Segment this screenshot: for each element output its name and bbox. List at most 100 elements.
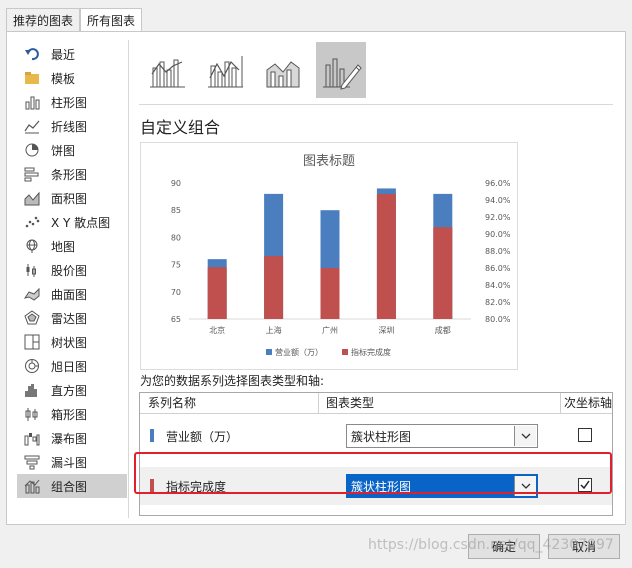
sidebar-item-label: 漏斗图: [51, 455, 88, 470]
sidebar-item-sunburst[interactable]: 旭日图: [17, 354, 127, 378]
y-tick-label: 90: [171, 179, 181, 188]
funnel-icon: [23, 454, 41, 470]
chevron-down-icon[interactable]: [514, 476, 536, 496]
radar-chart-icon: [23, 310, 41, 326]
y2-tick-label: 96.0%: [485, 179, 511, 188]
sidebar-item-label: X Y 散点图: [51, 215, 111, 230]
y2-tick-label: 80.0%: [485, 315, 511, 324]
series-row-revenue: 营业额（万） 簇状柱形图: [140, 417, 612, 455]
ok-button[interactable]: 确定: [468, 534, 540, 559]
chart-type-value: 簇状柱形图: [351, 480, 412, 494]
subtype-divider: [139, 104, 613, 105]
sunburst-icon: [23, 358, 41, 374]
pie-chart-icon: [23, 142, 41, 158]
column-divider: [560, 393, 561, 413]
legend-label-completion: 指标完成度: [351, 347, 391, 357]
combo-chart-icon: [23, 478, 41, 494]
waterfall-icon: [23, 430, 41, 446]
line-chart-icon: [23, 118, 41, 134]
globe-icon: [23, 238, 41, 254]
undo-arrow-icon: [23, 46, 41, 62]
y2-tick-label: 94.0%: [485, 196, 511, 205]
sidebar-divider: [128, 40, 129, 518]
series-name: 营业额（万）: [166, 430, 239, 444]
y2-tick-label: 86.0%: [485, 264, 511, 273]
subtype-column-line-secondary[interactable]: [200, 42, 250, 98]
sidebar-item-label: 地图: [51, 239, 76, 254]
scatter-chart-icon: [23, 214, 41, 230]
subtype-stacked-area-column[interactable]: [258, 42, 308, 98]
subtype-clustered-column-line[interactable]: [142, 42, 192, 98]
clustered-column-line-icon: [150, 59, 185, 88]
sidebar-item-waterfall[interactable]: 瀑布图: [17, 426, 127, 450]
stacked-area-column-icon: [266, 61, 300, 88]
cancel-button[interactable]: 取消: [548, 534, 620, 559]
sidebar-item-globe[interactable]: 地图: [17, 234, 127, 258]
sidebar-item-stock-chart[interactable]: 股价图: [17, 258, 127, 282]
sidebar-item-column-chart[interactable]: 柱形图: [17, 90, 127, 114]
legend-swatch-revenue: [266, 349, 272, 355]
series-prompt: 为您的数据系列选择图表类型和轴:: [140, 374, 325, 388]
x-tick-label: 成都: [435, 325, 451, 335]
legend-label-revenue: 营业额（万）: [275, 347, 323, 357]
y-tick-label: 65: [171, 315, 181, 324]
sidebar-item-combo-chart[interactable]: 组合图: [17, 474, 127, 498]
chart-type-select[interactable]: 簇状柱形图: [346, 424, 538, 448]
sidebar-item-label: 雷达图: [51, 311, 88, 326]
combo-subtype-gallery: [142, 42, 366, 98]
sidebar-item-label: 股价图: [51, 263, 88, 278]
sidebar-item-funnel[interactable]: 漏斗图: [17, 450, 127, 474]
sidebar-item-label: 树状图: [51, 335, 88, 350]
sidebar-item-label: 旭日图: [51, 359, 88, 374]
sidebar-item-label: 最近: [51, 47, 76, 62]
sidebar-item-treemap[interactable]: 树状图: [17, 330, 127, 354]
series-color-swatch: [150, 429, 154, 442]
subtype-custom-combination[interactable]: [316, 42, 366, 98]
legend-swatch-completion: [342, 349, 348, 355]
chart-type-sidebar: 最近模板柱形图 折线图 饼图条形图面积图 X Y 散点图 地图股价图曲面图雷达图树状图旭…: [17, 42, 127, 498]
bar-completion: [320, 268, 340, 319]
x-tick-label: 北京: [209, 325, 225, 335]
sidebar-item-label: 面积图: [51, 191, 88, 206]
box-whisker-icon: [23, 406, 41, 422]
all-charts-panel: 最近模板柱形图 折线图 饼图条形图面积图 X Y 散点图 地图股价图曲面图雷达图树状图旭…: [6, 31, 626, 525]
sidebar-item-surface-chart[interactable]: 曲面图: [17, 282, 127, 306]
x-tick-label: 上海: [266, 325, 282, 335]
y-tick-label: 80: [171, 233, 181, 242]
sidebar-item-label: 曲面图: [51, 287, 88, 302]
bar-completion: [264, 256, 284, 319]
x-tick-label: 深圳: [378, 325, 394, 335]
series-color-swatch: [150, 479, 154, 492]
sidebar-item-bar-chart[interactable]: 条形图: [17, 162, 127, 186]
tab-all-charts[interactable]: 所有图表: [80, 8, 143, 31]
chevron-down-icon[interactable]: [514, 426, 536, 446]
secondary-axis-checkbox[interactable]: [578, 428, 592, 442]
sidebar-item-scatter-chart[interactable]: X Y 散点图: [17, 210, 127, 234]
sidebar-item-label: 模板: [51, 71, 76, 86]
tab-recommended-charts[interactable]: 推荐的图表: [6, 8, 81, 31]
y2-tick-label: 92.0%: [485, 213, 511, 222]
chart-title: 图表标题: [303, 154, 355, 169]
sidebar-item-folder[interactable]: 模板: [17, 66, 127, 90]
bar-completion: [376, 194, 396, 319]
sidebar-item-label: 条形图: [51, 167, 88, 182]
secondary-axis-checkbox[interactable]: [578, 478, 592, 492]
header-divider: [140, 413, 612, 414]
chart-type-select[interactable]: 簇状柱形图: [346, 474, 538, 498]
chart-type-value: 簇状柱形图: [351, 430, 412, 444]
sidebar-item-area-chart[interactable]: 面积图: [17, 186, 127, 210]
surface-chart-icon: [23, 286, 41, 302]
header-chart-type: 图表类型: [326, 396, 375, 410]
sidebar-item-histogram[interactable]: 直方图: [17, 378, 127, 402]
column-divider: [318, 393, 319, 413]
stock-chart-icon: [23, 262, 41, 278]
sidebar-item-radar-chart[interactable]: 雷达图: [17, 306, 127, 330]
sidebar-item-pie-chart[interactable]: 饼图: [17, 138, 127, 162]
sidebar-item-undo-arrow[interactable]: 最近: [17, 42, 127, 66]
sidebar-item-line-chart[interactable]: 折线图: [17, 114, 127, 138]
sidebar-item-label: 直方图: [51, 383, 88, 398]
checkmark-icon: [580, 480, 590, 490]
y2-tick-label: 82.0%: [485, 298, 511, 307]
sidebar-item-box-whisker[interactable]: 箱形图: [17, 402, 127, 426]
column-line-secondary-icon: [208, 56, 243, 88]
